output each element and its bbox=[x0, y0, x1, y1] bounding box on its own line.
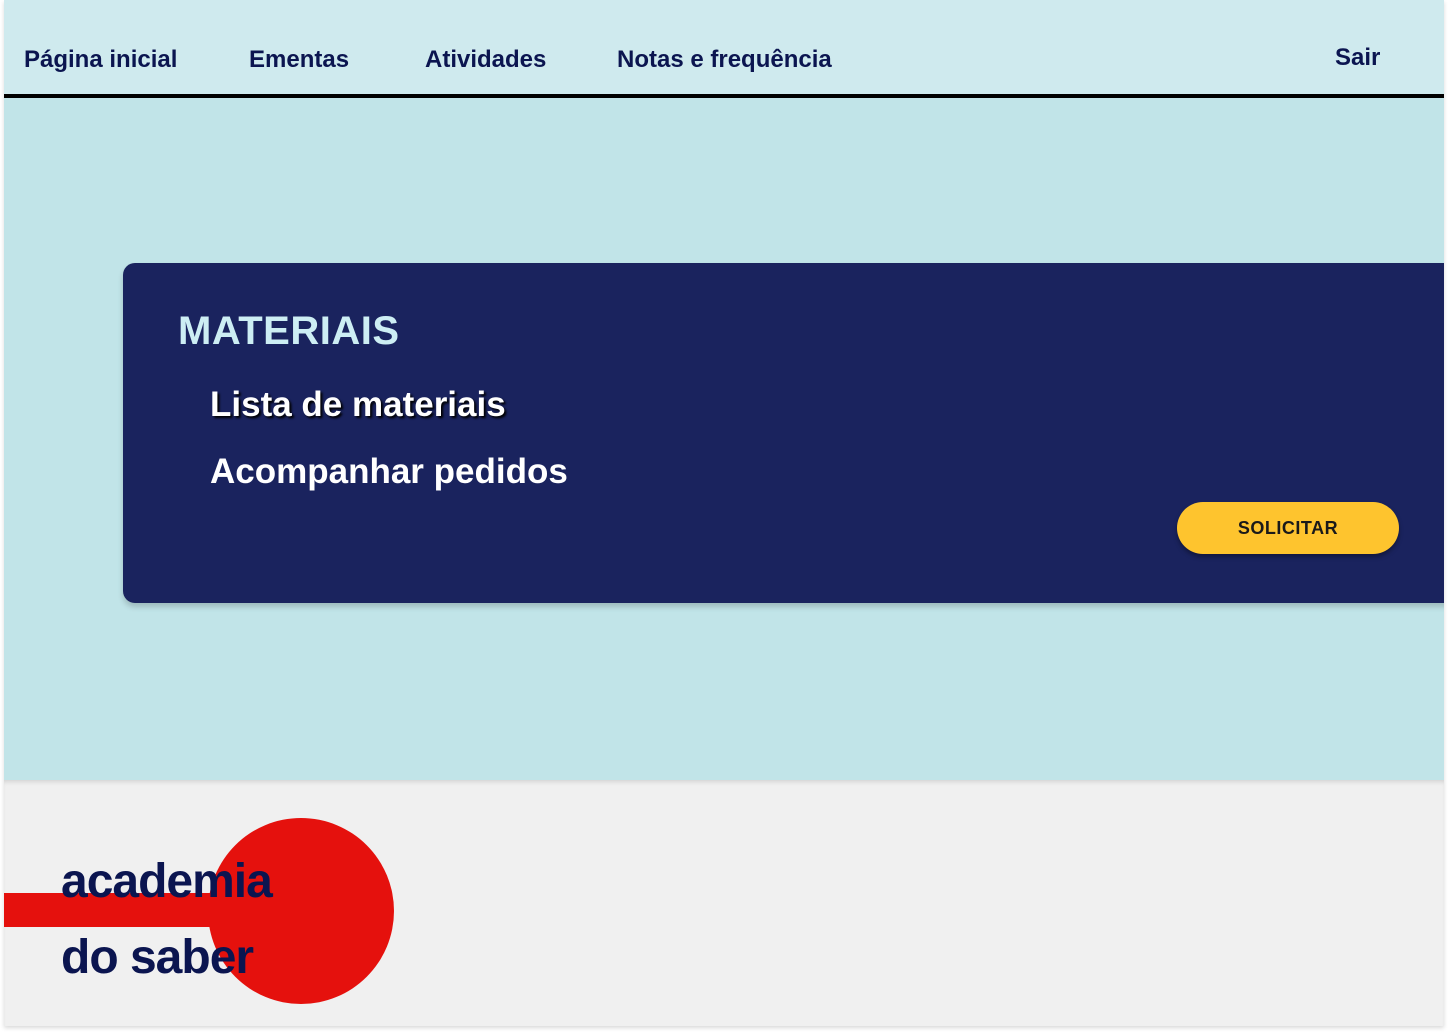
main-content: MATERIAIS Lista de materiais Acompanhar … bbox=[4, 98, 1444, 780]
solicitar-button[interactable]: SOLICITAR bbox=[1177, 502, 1399, 554]
nav-item-atividades[interactable]: Atividades bbox=[425, 46, 546, 74]
logo-text-line2: do saber bbox=[61, 931, 253, 984]
top-navigation-bar: Página inicial Ementas Atividades Notas … bbox=[4, 0, 1444, 98]
nav-item-ementas[interactable]: Ementas bbox=[249, 46, 349, 74]
logout-link[interactable]: Sair bbox=[1335, 44, 1380, 72]
nav-item-pagina-inicial[interactable]: Página inicial bbox=[24, 46, 177, 74]
app-frame: Página inicial Ementas Atividades Notas … bbox=[4, 0, 1444, 1026]
link-lista-materiais[interactable]: Lista de materiais bbox=[210, 385, 506, 425]
logo-text-line1: academia bbox=[61, 855, 273, 908]
academia-do-saber-logo: academia do saber bbox=[4, 818, 394, 1004]
materiais-card: MATERIAIS Lista de materiais Acompanhar … bbox=[123, 263, 1444, 603]
nav-item-notas-frequencia[interactable]: Notas e frequência bbox=[617, 46, 832, 74]
link-acompanhar-pedidos[interactable]: Acompanhar pedidos bbox=[210, 452, 568, 492]
card-title: MATERIAIS bbox=[178, 309, 400, 353]
footer: academia do saber bbox=[4, 780, 1444, 1026]
